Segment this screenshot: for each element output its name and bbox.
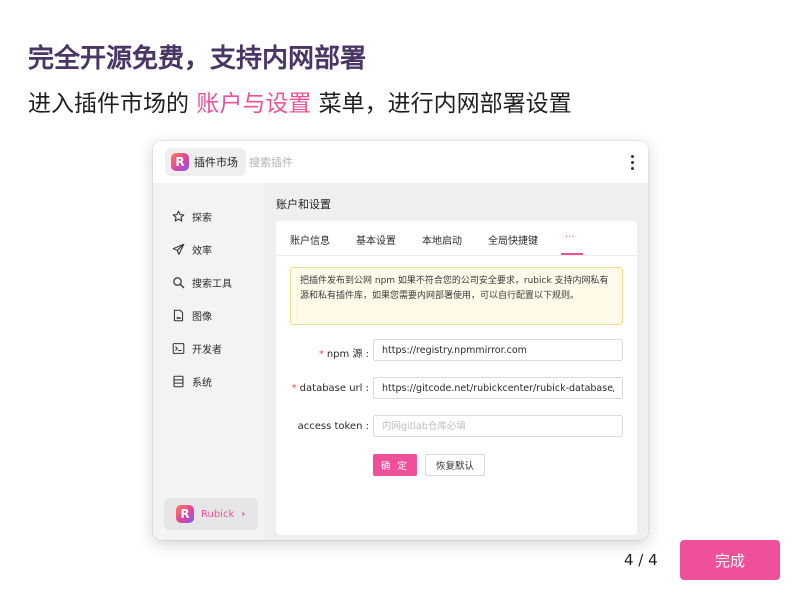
access-token-label: access token : [297, 421, 369, 432]
tab-more[interactable]: ··· [565, 232, 575, 243]
page-indicator: 4 / 4 [624, 551, 658, 569]
sidebar-item-explore[interactable]: 探索 [171, 206, 212, 226]
sidebar-item-label: 开发者 [192, 344, 222, 356]
subheadline-prefix: 进入插件市场的 [28, 91, 197, 117]
notice-banner: 把插件发布到公网 npm 如果不符合您的公司安全要求，rubick 支持内网私有… [290, 267, 623, 325]
sidebar-item-image[interactable]: 图像 [171, 305, 212, 325]
npm-source-label-text: npm 源 : [326, 349, 369, 360]
database-url-label-text: database url : [299, 383, 369, 394]
done-button[interactable]: 完成 [680, 540, 780, 580]
app-name: 插件市场 [194, 156, 238, 169]
database-url-field[interactable] [373, 377, 623, 399]
sidebar-item-efficiency[interactable]: 效率 [171, 239, 212, 259]
reset-default-button[interactable]: 恢复默认 [425, 454, 485, 476]
tab-basic-settings[interactable]: 基本设置 [356, 232, 396, 247]
access-token-field[interactable] [373, 415, 623, 437]
sidebar-item-label: 图像 [192, 311, 212, 323]
title-bar: 插件市场 [153, 141, 648, 183]
app-window: 插件市场 探索 效率 搜索工具 图像 开发者 系统 [153, 141, 648, 540]
settings-content: 账户和设置 账户信息 基本设置 本地启动 全局快捷键 ··· 把插件发布到公网 … [265, 183, 648, 540]
more-menu-button[interactable] [624, 150, 640, 174]
page-title: 账户和设置 [276, 198, 331, 211]
npm-source-label: * npm 源 : [319, 345, 369, 360]
app-chip[interactable]: 插件市场 [165, 148, 246, 176]
tab-local-launch[interactable]: 本地启动 [422, 232, 462, 247]
required-marker: * [291, 383, 297, 394]
tab-account-info[interactable]: 账户信息 [290, 232, 330, 247]
headline: 完全开源免费，支持内网部署 [28, 44, 367, 74]
user-name: Rubick [201, 508, 235, 520]
sidebar-item-system[interactable]: 系统 [171, 371, 212, 391]
subheadline-highlight: 账户与设置 [196, 91, 312, 117]
terminal-icon [171, 341, 185, 355]
image-file-icon [171, 308, 185, 322]
confirm-button[interactable]: 确 定 [373, 454, 417, 476]
sidebar-item-search-tools[interactable]: 搜索工具 [171, 272, 232, 292]
search-input[interactable] [249, 153, 549, 171]
more-dot-icon [630, 154, 634, 158]
subheadline-suffix: 菜单，进行内网部署设置 [311, 91, 572, 117]
subheadline: 进入插件市场的 账户与设置 菜单，进行内网部署设置 [28, 84, 572, 118]
database-url-label: * database url : [292, 383, 369, 394]
chevron-right-icon: › [241, 508, 246, 520]
required-marker: * [318, 349, 324, 360]
search-icon [171, 275, 185, 289]
tab-divider [276, 255, 637, 256]
more-dot-icon [630, 160, 634, 164]
sidebar-item-label: 搜索工具 [192, 278, 232, 290]
tab-global-shortcuts[interactable]: 全局快捷键 [488, 232, 538, 247]
sidebar: 探索 效率 搜索工具 图像 开发者 系统 Rubick › [153, 183, 265, 540]
rubick-logo-icon [176, 505, 194, 523]
sidebar-item-label: 探索 [192, 212, 212, 224]
system-icon [171, 374, 185, 388]
sidebar-item-developer[interactable]: 开发者 [171, 338, 222, 358]
user-chip[interactable]: Rubick › [164, 498, 258, 530]
sidebar-item-label: 效率 [192, 245, 212, 257]
npm-source-field[interactable] [373, 339, 623, 361]
star-icon [171, 209, 185, 223]
send-icon [171, 242, 185, 256]
more-dot-icon [630, 166, 634, 170]
sidebar-item-label: 系统 [192, 377, 212, 389]
settings-panel: 账户信息 基本设置 本地启动 全局快捷键 ··· 把插件发布到公网 npm 如果… [276, 221, 637, 535]
rubick-logo-icon [171, 153, 189, 171]
